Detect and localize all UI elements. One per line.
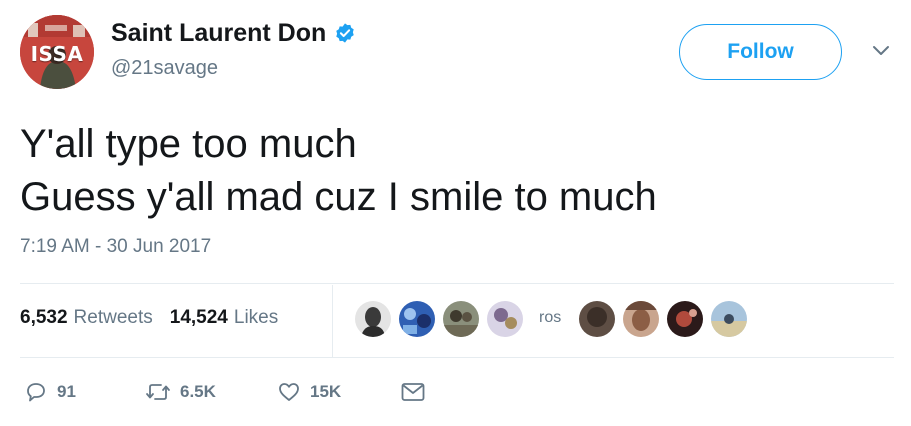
tweet-stats: 6,532 Retweets 14,524 Likes <box>20 307 278 329</box>
liker-avatar[interactable] <box>487 301 523 337</box>
tweet-line-1: Y'all type too much <box>20 122 357 166</box>
retweets-stat[interactable]: 6,532 Retweets <box>20 307 153 329</box>
envelope-icon <box>401 383 425 401</box>
liker-avatar[interactable] <box>667 301 703 337</box>
reply-count: 91 <box>57 382 76 401</box>
retweet-count: 6.5K <box>180 382 216 401</box>
display-name[interactable]: Saint Laurent Don <box>111 19 326 48</box>
author-handle[interactable]: @21savage <box>111 57 218 80</box>
retweet-icon <box>146 384 170 400</box>
likes-label: Likes <box>233 307 279 328</box>
avatar-lettering: ISSA <box>30 42 84 66</box>
tweet-line-2: Guess y'all mad cuz I smile to much <box>20 175 657 219</box>
liker-avatar[interactable] <box>355 301 391 337</box>
liker-avatar[interactable] <box>579 301 615 337</box>
like-count: 15K <box>310 382 342 401</box>
likes-count: 14,524 <box>169 307 228 328</box>
liker-avatars: ros <box>355 301 755 339</box>
stats-separator <box>332 285 333 357</box>
reply-icon <box>27 383 45 402</box>
retweets-count: 6,532 <box>20 307 68 328</box>
chevron-down-icon[interactable] <box>872 45 890 57</box>
verified-badge-icon <box>336 23 355 43</box>
tweet-timestamp[interactable]: 7:19 AM - 30 Jun 2017 <box>20 236 211 258</box>
author-name-row: Saint Laurent Don <box>111 18 356 48</box>
liker-avatar[interactable] <box>623 301 659 337</box>
direct-message-button[interactable] <box>400 380 426 404</box>
follow-button[interactable]: Follow <box>679 24 842 80</box>
reply-button[interactable]: 91 <box>24 380 76 404</box>
heart-icon <box>279 383 299 401</box>
liker-avatar-text[interactable]: ros <box>539 309 561 327</box>
liker-avatar[interactable] <box>711 301 747 337</box>
retweets-label: Retweets <box>73 307 153 328</box>
likes-stat[interactable]: 14,524 Likes <box>170 307 278 329</box>
divider-bottom <box>20 357 894 358</box>
tweet-text: Y'all type too much Guess y'all mad cuz … <box>20 118 657 224</box>
divider-top <box>20 283 894 284</box>
retweet-button[interactable]: 6.5K <box>145 380 216 404</box>
liker-avatar[interactable] <box>443 301 479 337</box>
liker-avatar[interactable] <box>399 301 435 337</box>
like-button[interactable]: 15K <box>277 380 341 404</box>
author-avatar[interactable]: ISSA <box>20 15 94 89</box>
